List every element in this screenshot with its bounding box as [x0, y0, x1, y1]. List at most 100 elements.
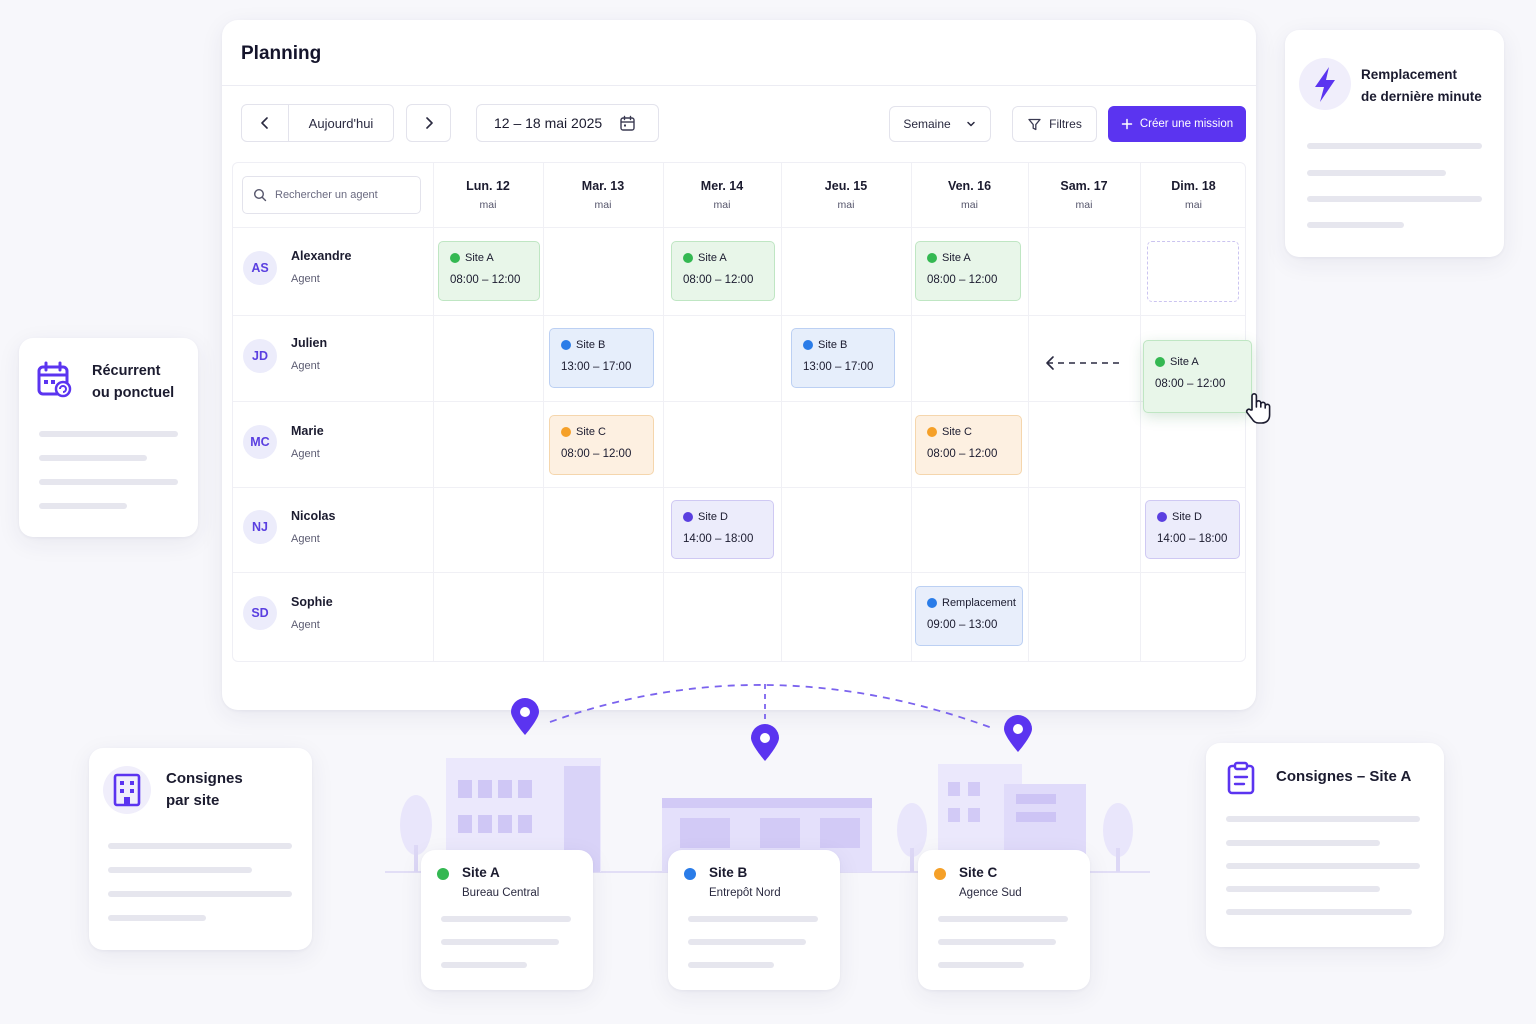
site-subtitle: Bureau Central: [462, 887, 540, 899]
shift-site: Site A: [1170, 356, 1199, 368]
shift-card[interactable]: Site A 08:00 – 12:00: [671, 241, 775, 301]
agent-name: Sophie: [291, 595, 333, 609]
placeholder-line: [39, 431, 178, 437]
day-header-tue: Mar. 13 mai: [543, 163, 663, 227]
shift-time: 08:00 – 12:00: [683, 274, 754, 286]
shift-time: 09:00 – 13:00: [927, 619, 998, 631]
day-month: mai: [1075, 199, 1093, 211]
site-subtitle: Agence Sud: [959, 887, 1022, 899]
avatar: SD: [243, 596, 277, 630]
map-pin-icon: [751, 724, 779, 761]
agent-row-nicolas[interactable]: NJ Nicolas Agent: [233, 487, 433, 573]
site-a-dot: [437, 868, 449, 880]
agent-row-marie[interactable]: MC Marie Agent: [233, 401, 433, 487]
placeholder-line: [39, 503, 127, 509]
placeholder-line: [1307, 143, 1482, 149]
site-card-a[interactable]: Site A Bureau Central: [421, 850, 593, 990]
agent-search[interactable]: [242, 176, 421, 214]
agent-role: Agent: [291, 273, 320, 285]
agent-role: Agent: [291, 533, 320, 545]
grid-line: [663, 163, 664, 661]
create-mission-button[interactable]: Créer une mission: [1108, 106, 1246, 142]
shift-card[interactable]: Site A 08:00 – 12:00: [915, 241, 1021, 301]
empty-drop-slot[interactable]: [1147, 241, 1239, 302]
placeholder-line: [1226, 909, 1412, 915]
placeholder-line: [688, 916, 818, 922]
planning-panel: Planning Aujourd'hui 12 – 18 mai 2025 Se…: [222, 20, 1256, 710]
page-title: Planning: [241, 43, 322, 64]
day-month: mai: [594, 199, 612, 211]
placeholder-line: [938, 939, 1056, 945]
day-header-sun: Dim. 18 mai: [1140, 163, 1245, 227]
day-header-sat: Sam. 17 mai: [1028, 163, 1140, 227]
placeholder-line: [39, 455, 147, 461]
site-a-dot: [683, 253, 693, 263]
calendar-icon: [620, 115, 635, 131]
day-name: Jeu. 15: [824, 179, 868, 193]
placeholder-line: [108, 915, 206, 921]
site-instructions-title: Consignes par site: [166, 770, 243, 809]
previous-week-button[interactable]: [242, 105, 289, 141]
shift-site: Site B: [818, 339, 848, 351]
date-range-label: 12 – 18 mai 2025: [494, 115, 603, 131]
site-a-dot: [927, 253, 937, 263]
shift-card[interactable]: Site D 14:00 – 18:00: [671, 500, 774, 559]
filters-button[interactable]: Filtres: [1012, 106, 1097, 142]
day-month: mai: [479, 199, 497, 211]
agent-name: Marie: [291, 424, 324, 438]
shift-time: 08:00 – 12:00: [1155, 378, 1226, 390]
site-card-c[interactable]: Site C Agence Sud: [918, 850, 1090, 990]
site-a-dot: [1155, 357, 1165, 367]
day-month: mai: [1185, 199, 1202, 211]
day-header-mon: Lun. 12 mai: [433, 163, 543, 227]
shift-card[interactable]: Site A 08:00 – 12:00: [438, 241, 540, 301]
placeholder-line: [1307, 222, 1404, 228]
dragged-shift-card[interactable]: Site A 08:00 – 12:00: [1143, 340, 1252, 413]
site-c-dot: [934, 868, 946, 880]
day-name: Sam. 17: [1060, 179, 1108, 193]
shift-card[interactable]: Site D 14:00 – 18:00: [1145, 500, 1240, 559]
day-month: mai: [713, 199, 731, 211]
day-header-thu: Jeu. 15 mai: [781, 163, 911, 227]
day-name: Ven. 16: [947, 179, 992, 193]
replacement-title: Remplacement de dernière minute: [1361, 67, 1482, 104]
shift-card[interactable]: Site B 13:00 – 17:00: [791, 328, 895, 388]
grid-line: [433, 163, 434, 661]
shift-card[interactable]: Site C 08:00 – 12:00: [549, 415, 654, 475]
site-card-b[interactable]: Site B Entrepôt Nord: [668, 850, 840, 990]
recurring-card: Récurrent ou ponctuel: [19, 338, 198, 537]
placeholder-line: [1307, 196, 1482, 202]
drag-arrow-icon: [1046, 356, 1123, 370]
shift-site: Site A: [698, 252, 727, 264]
agent-row-julien[interactable]: JD Julien Agent: [233, 315, 433, 401]
day-name: Lun. 12: [466, 179, 510, 193]
shift-site: Site A: [465, 252, 494, 264]
avatar: AS: [243, 251, 277, 285]
replacement-shift-card[interactable]: Remplacement 09:00 – 13:00: [915, 586, 1023, 646]
avatar: JD: [243, 339, 277, 373]
agent-role: Agent: [291, 360, 320, 372]
view-select[interactable]: Semaine: [889, 106, 991, 142]
chevron-left-icon: [261, 117, 268, 129]
search-input[interactable]: [275, 189, 415, 201]
placeholder-line: [938, 916, 1068, 922]
lightning-icon: [1299, 58, 1351, 110]
shift-card[interactable]: Site C 08:00 – 12:00: [915, 415, 1022, 475]
filters-label: Filtres: [1049, 117, 1082, 131]
shift-time: 08:00 – 12:00: [450, 274, 521, 286]
agent-role: Agent: [291, 619, 320, 631]
next-week-button[interactable]: [406, 104, 451, 142]
shift-time: 14:00 – 18:00: [683, 533, 754, 545]
shift-card[interactable]: Site B 13:00 – 17:00: [549, 328, 654, 388]
chevron-down-icon: [966, 121, 975, 127]
agent-row-sophie[interactable]: SD Sophie Agent: [233, 572, 433, 658]
site-name: Site C: [959, 865, 998, 880]
day-header-fri: Ven. 16 mai: [911, 163, 1028, 227]
calendar-repeat-icon: [35, 360, 75, 405]
placeholder-line: [938, 962, 1024, 968]
agent-row-alexandre[interactable]: AS Alexandre Agent: [233, 227, 433, 313]
today-button[interactable]: Aujourd'hui: [289, 105, 393, 141]
clipboard-icon: [1223, 760, 1259, 801]
day-name: Mar. 13: [581, 179, 625, 193]
date-range-picker[interactable]: 12 – 18 mai 2025: [476, 104, 659, 142]
